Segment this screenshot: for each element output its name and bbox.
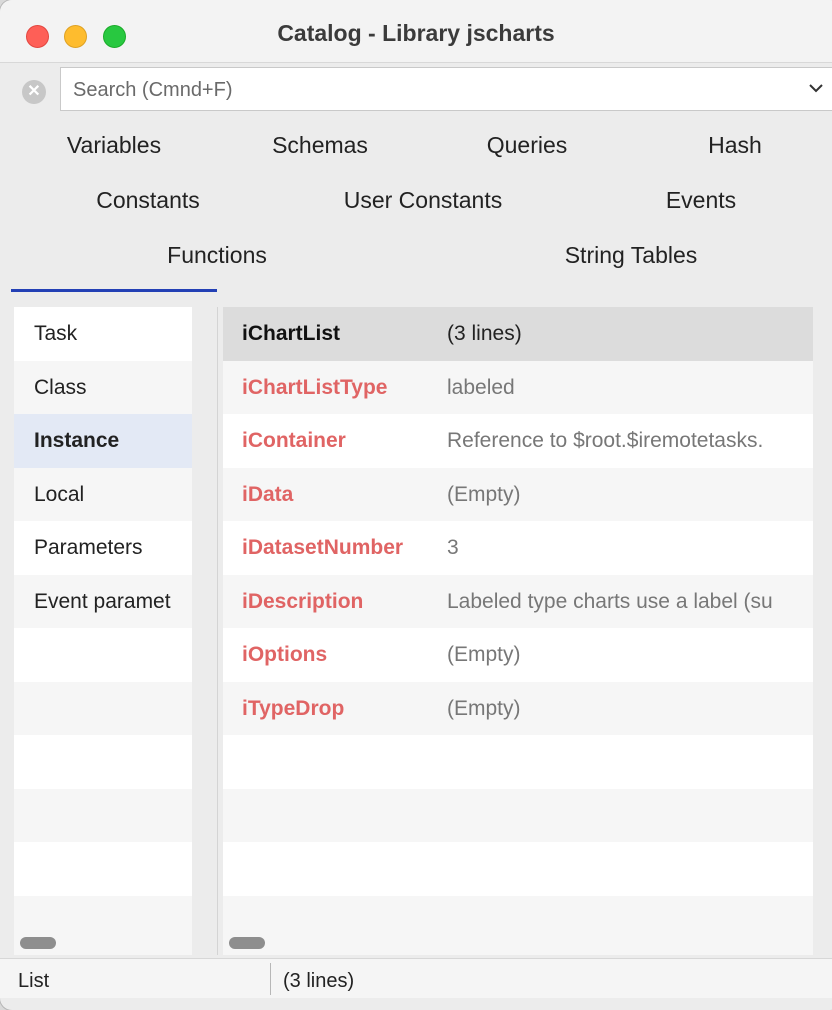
variables-list[interactable]: iChartList (3 lines) iChartListType labe… bbox=[223, 307, 813, 931]
tab-hash[interactable]: Hash bbox=[631, 132, 832, 159]
tab-variables[interactable]: Variables bbox=[11, 132, 217, 159]
sidebar-empty-row bbox=[14, 842, 192, 896]
chevron-down-icon[interactable] bbox=[809, 77, 823, 98]
catalog-window: Catalog - Library jscharts ✕ Variables S… bbox=[0, 0, 832, 1010]
variable-row[interactable]: iContainer Reference to $root.$iremoteta… bbox=[223, 414, 813, 468]
pane-divider-line bbox=[217, 307, 218, 955]
sidebar-horizontal-scrollbar[interactable] bbox=[14, 931, 192, 955]
search-row: ✕ bbox=[0, 63, 832, 117]
tab-user-constants[interactable]: User Constants bbox=[285, 187, 561, 214]
list-right-edge bbox=[813, 307, 832, 931]
variable-value: labeled bbox=[447, 376, 515, 399]
sidebar-item-task[interactable]: Task bbox=[14, 307, 192, 361]
variable-value: (Empty) bbox=[447, 643, 521, 666]
title-bar: Catalog - Library jscharts bbox=[0, 0, 832, 63]
tab-events[interactable]: Events bbox=[561, 187, 832, 214]
scrollbar-thumb[interactable] bbox=[229, 937, 265, 949]
sidebar-item-parameters[interactable]: Parameters bbox=[14, 521, 192, 575]
variable-name: iDescription bbox=[242, 590, 364, 613]
variable-name: iDatasetNumber bbox=[242, 536, 404, 559]
variable-row[interactable]: iTypeDrop (Empty) bbox=[223, 682, 813, 736]
tab-functions[interactable]: Functions bbox=[11, 242, 423, 269]
search-input[interactable] bbox=[71, 76, 795, 104]
variable-name: iChartList bbox=[242, 322, 341, 345]
variable-value: (3 lines) bbox=[447, 322, 522, 345]
tab-constants[interactable]: Constants bbox=[11, 187, 285, 214]
variable-name: iChartListType bbox=[242, 376, 388, 399]
sidebar-empty-row bbox=[14, 735, 192, 789]
list-horizontal-scrollbar[interactable] bbox=[223, 931, 813, 955]
variable-name: iOptions bbox=[242, 643, 328, 666]
scrollbar-thumb[interactable] bbox=[20, 937, 56, 949]
window-title: Catalog - Library jscharts bbox=[277, 20, 555, 46]
status-bar: List (3 lines) bbox=[0, 958, 832, 998]
variable-value: Labeled type charts use a label (su bbox=[447, 590, 773, 613]
empty-row bbox=[223, 842, 813, 896]
sidebar-empty-row bbox=[14, 628, 192, 682]
clear-search-icon[interactable]: ✕ bbox=[22, 80, 46, 104]
variable-row[interactable]: iOptions (Empty) bbox=[223, 628, 813, 682]
variable-row[interactable]: iDatasetNumber 3 bbox=[223, 521, 813, 575]
tab-schemas[interactable]: Schemas bbox=[217, 132, 423, 159]
catalog-tabs: Variables Schemas Queries Hash Constants… bbox=[0, 118, 832, 298]
variable-value: (Empty) bbox=[447, 483, 521, 506]
tab-queries[interactable]: Queries bbox=[423, 132, 631, 159]
variable-name: iTypeDrop bbox=[242, 697, 345, 720]
sidebar-item-local[interactable]: Local bbox=[14, 468, 192, 522]
variable-name: iContainer bbox=[242, 429, 346, 452]
sidebar-item-class[interactable]: Class bbox=[14, 361, 192, 415]
variable-row[interactable]: iChartList (3 lines) bbox=[223, 307, 813, 361]
sidebar-item-instance[interactable]: Instance bbox=[14, 414, 192, 468]
status-divider bbox=[270, 963, 271, 995]
catalog-content: Task Class Instance Local Parameters Eve… bbox=[0, 298, 832, 956]
variable-value: Reference to $root.$iremotetasks. bbox=[447, 429, 764, 452]
status-value: (3 lines) bbox=[283, 970, 355, 992]
variable-row[interactable]: iChartListType labeled bbox=[223, 361, 813, 415]
empty-row bbox=[223, 896, 813, 931]
search-box[interactable] bbox=[60, 67, 832, 111]
variable-value: 3 bbox=[447, 536, 459, 559]
empty-row bbox=[223, 735, 813, 789]
sidebar-empty-row bbox=[14, 896, 192, 931]
sidebar-empty-row bbox=[14, 682, 192, 736]
variable-row[interactable]: iDescription Labeled type charts use a l… bbox=[223, 575, 813, 629]
sidebar-item-event-parameters[interactable]: Event paramet bbox=[14, 575, 192, 629]
variable-scope-list[interactable]: Task Class Instance Local Parameters Eve… bbox=[14, 307, 192, 931]
tab-string-tables[interactable]: String Tables bbox=[423, 242, 832, 269]
selected-tab-indicator bbox=[11, 289, 217, 292]
empty-row bbox=[223, 789, 813, 843]
sidebar-empty-row bbox=[14, 789, 192, 843]
pane-splitter[interactable] bbox=[192, 307, 218, 955]
variable-row[interactable]: iData (Empty) bbox=[223, 468, 813, 522]
variable-name: iData bbox=[242, 483, 294, 506]
status-type: List bbox=[18, 970, 50, 992]
variable-value: (Empty) bbox=[447, 697, 521, 720]
